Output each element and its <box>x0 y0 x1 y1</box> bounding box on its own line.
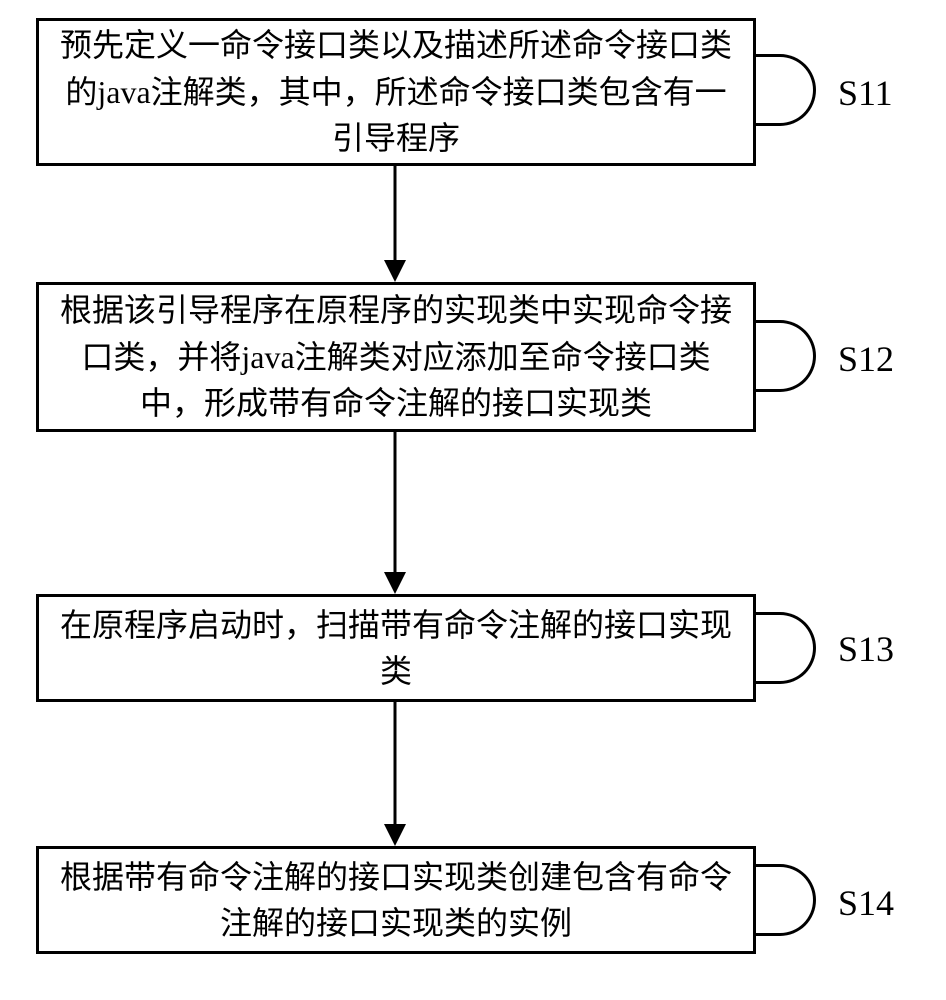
step-box-s13: 在原程序启动时，扫描带有命令注解的接口实现类 <box>36 594 756 702</box>
step-box-s11: 预先定义一命令接口类以及描述所述命令接口类的java注解类，其中，所述命令接口类… <box>36 18 756 166</box>
step-text-s14: 根据带有命令注解的接口实现类创建包含有命令注解的接口实现类的实例 <box>57 854 735 947</box>
step-label-s12: S12 <box>838 338 894 380</box>
step-label-s13: S13 <box>838 628 894 670</box>
step-text-s11: 预先定义一命令接口类以及描述所述命令接口类的java注解类，其中，所述命令接口类… <box>57 22 735 161</box>
step-box-s12: 根据该引导程序在原程序的实现类中实现命令接口类，并将java注解类对应添加至命令… <box>36 282 756 432</box>
connector-s14 <box>756 864 816 936</box>
step-label-s14: S14 <box>838 882 894 924</box>
arrow-s13-s14 <box>380 702 410 846</box>
connector-s11 <box>756 54 816 126</box>
flowchart-canvas: 预先定义一命令接口类以及描述所述命令接口类的java注解类，其中，所述命令接口类… <box>0 0 946 1000</box>
step-box-s14: 根据带有命令注解的接口实现类创建包含有命令注解的接口实现类的实例 <box>36 846 756 954</box>
step-label-s11: S11 <box>838 72 893 114</box>
arrow-s11-s12 <box>380 166 410 282</box>
connector-s12 <box>756 320 816 392</box>
connector-s13 <box>756 612 816 684</box>
step-text-s13: 在原程序启动时，扫描带有命令注解的接口实现类 <box>57 602 735 695</box>
step-text-s12: 根据该引导程序在原程序的实现类中实现命令接口类，并将java注解类对应添加至命令… <box>57 287 735 426</box>
arrow-s12-s13 <box>380 432 410 594</box>
